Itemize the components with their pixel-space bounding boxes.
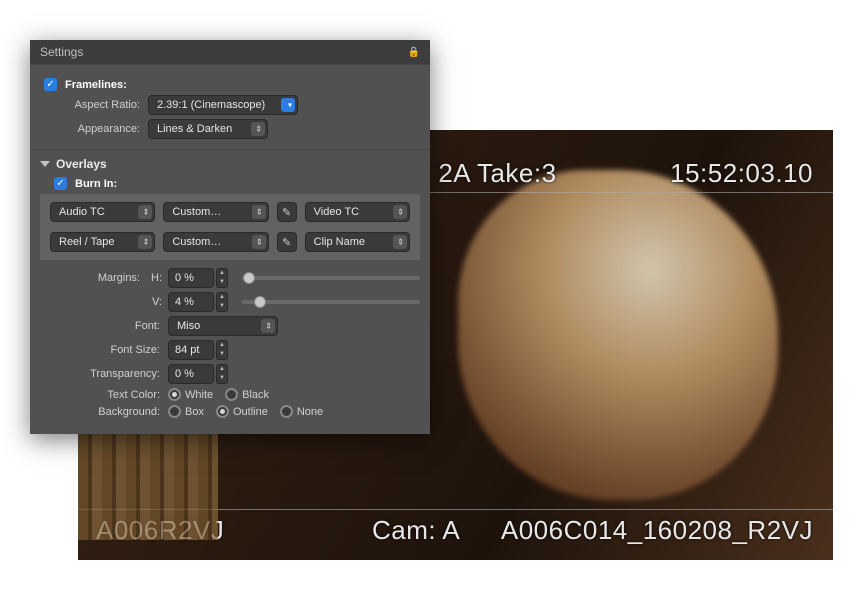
- transparency-value: 0 %: [175, 368, 194, 380]
- fontsize-label: Font Size:: [40, 344, 168, 356]
- updown-icon: ⇕: [143, 208, 150, 217]
- overlays-header-label: Overlays: [56, 157, 107, 171]
- margin-v-label: V:: [148, 296, 168, 308]
- font-value: Miso: [177, 320, 200, 332]
- margin-h-label: H:: [148, 272, 168, 284]
- burnin-top-right-select[interactable]: Video TC ⇕: [305, 202, 410, 222]
- burnin-slots-grid: Audio TC ⇕ Custom… ⇕ ✎ Video TC ⇕ Reel / Ta…: [40, 194, 420, 260]
- font-label: Font:: [40, 320, 168, 332]
- background-none-option[interactable]: None: [280, 405, 323, 418]
- panel-header: Settings 🔒: [30, 40, 430, 64]
- framelines-header-label: Framelines:: [65, 79, 127, 91]
- margin-h-stepper[interactable]: ▲▼: [216, 268, 228, 288]
- burnin-top-right-value: Video TC: [314, 206, 359, 218]
- background-box-option[interactable]: Box: [168, 405, 204, 418]
- section-overlays: Overlays ✓ Burn In: Audio TC ⇕ Custom… ⇕ ✎…: [30, 149, 430, 434]
- background-outline-option[interactable]: Outline: [216, 405, 268, 418]
- aspect-ratio-value: 2.39:1 (Cinemascope): [157, 99, 265, 111]
- margin-h-value: 0 %: [175, 272, 194, 284]
- transparency-label: Transparency:: [40, 368, 168, 380]
- pencil-icon: ✎: [282, 206, 291, 219]
- overlay-clip-text: A006C014_160208_R2VJ: [501, 515, 813, 546]
- pencil-icon: ✎: [282, 236, 291, 249]
- background-label: Background:: [40, 406, 168, 418]
- updown-icon: ⇕: [256, 238, 263, 247]
- margin-h-slider[interactable]: [242, 276, 420, 280]
- edit-top-center-button[interactable]: ✎: [277, 202, 297, 222]
- chevron-down-icon: ▾: [288, 101, 292, 110]
- radio-icon: [168, 405, 181, 418]
- fontsize-input[interactable]: 84 pt: [168, 340, 214, 360]
- burnin-bot-center-select[interactable]: Custom… ⇕: [163, 232, 268, 252]
- burnin-bottom-row: Reel / Tape ⇕ Custom… ⇕ ✎ Clip Name ⇕: [50, 232, 410, 252]
- margins-label: Margins:: [40, 272, 148, 284]
- transparency-stepper[interactable]: ▲▼: [216, 364, 228, 384]
- textcolor-black-option[interactable]: Black: [225, 388, 269, 401]
- overlays-header-row[interactable]: Overlays: [40, 157, 420, 171]
- background-outline-label: Outline: [233, 406, 268, 418]
- updown-icon: ⇕: [397, 238, 404, 247]
- burnin-top-left-select[interactable]: Audio TC ⇕: [50, 202, 155, 222]
- updown-icon: ⇕: [397, 208, 404, 217]
- overlay-reel-text: A006R2VJ: [96, 515, 224, 546]
- fontsize-value: 84 pt: [175, 344, 199, 356]
- fontsize-stepper[interactable]: ▲▼: [216, 340, 228, 360]
- margin-v-value: 4 %: [175, 296, 194, 308]
- burnin-bot-center-value: Custom…: [172, 236, 221, 248]
- burnin-top-center-select[interactable]: Custom… ⇕: [163, 202, 268, 222]
- updown-icon: ⇕: [256, 208, 263, 217]
- textcolor-black-label: Black: [242, 389, 269, 401]
- radio-icon: [225, 388, 238, 401]
- margin-v-stepper[interactable]: ▲▼: [216, 292, 228, 312]
- burnin-header-label: Burn In:: [75, 178, 117, 190]
- frameline-bottom: [78, 509, 833, 510]
- radio-icon: [280, 405, 293, 418]
- overlay-cam-text: Cam: A: [372, 515, 460, 546]
- section-framelines: ✓ Framelines: Aspect Ratio: 2.39:1 (Cine…: [30, 64, 430, 149]
- slider-knob[interactable]: [254, 296, 266, 308]
- updown-icon: ⇕: [143, 238, 150, 247]
- edit-bot-center-button[interactable]: ✎: [277, 232, 297, 252]
- aspect-ratio-select[interactable]: 2.39:1 (Cinemascope) ▾: [148, 95, 298, 115]
- burnin-top-row: Audio TC ⇕ Custom… ⇕ ✎ Video TC ⇕: [50, 202, 410, 222]
- slider-knob[interactable]: [243, 272, 255, 284]
- burnin-bot-right-value: Clip Name: [314, 236, 365, 248]
- textcolor-radios: White Black: [168, 388, 269, 401]
- margin-h-input[interactable]: 0 %: [168, 268, 214, 288]
- textcolor-label: Text Color:: [40, 389, 168, 401]
- framelines-header-row: ✓ Framelines:: [40, 78, 420, 91]
- margin-v-slider[interactable]: [242, 300, 420, 304]
- transparency-input[interactable]: 0 %: [168, 364, 214, 384]
- burnin-top-center-value: Custom…: [172, 206, 221, 218]
- margin-v-input[interactable]: 4 %: [168, 292, 214, 312]
- burnin-checkbox[interactable]: ✓: [54, 177, 67, 190]
- burnin-header-row: ✓ Burn In:: [40, 177, 420, 190]
- aspect-ratio-label: Aspect Ratio:: [40, 99, 148, 111]
- burnin-bot-left-value: Reel / Tape: [59, 236, 114, 248]
- framelines-checkbox[interactable]: ✓: [44, 78, 57, 91]
- settings-panel: Settings 🔒 ✓ Framelines: Aspect Ratio: 2…: [30, 40, 430, 434]
- background-box-label: Box: [185, 406, 204, 418]
- panel-title: Settings: [40, 45, 83, 59]
- burnin-bot-left-select[interactable]: Reel / Tape ⇕: [50, 232, 155, 252]
- burnin-top-left-value: Audio TC: [59, 206, 105, 218]
- textcolor-white-label: White: [185, 389, 213, 401]
- updown-icon: ⇕: [265, 322, 272, 331]
- background-radios: Box Outline None: [168, 405, 323, 418]
- font-select[interactable]: Miso ⇕: [168, 316, 278, 336]
- appearance-value: Lines & Darken: [157, 123, 232, 135]
- burnin-bot-right-select[interactable]: Clip Name ⇕: [305, 232, 410, 252]
- background-none-label: None: [297, 406, 323, 418]
- disclosure-triangle-icon: [40, 161, 50, 167]
- radio-icon: [168, 388, 181, 401]
- appearance-label: Appearance:: [40, 123, 148, 135]
- radio-icon: [216, 405, 229, 418]
- appearance-select[interactable]: Lines & Darken ⇕: [148, 119, 268, 139]
- overlay-timecode-text: 15:52:03.10: [670, 158, 813, 189]
- textcolor-white-option[interactable]: White: [168, 388, 213, 401]
- updown-icon: ⇕: [255, 125, 262, 134]
- lock-icon[interactable]: 🔒: [408, 47, 420, 58]
